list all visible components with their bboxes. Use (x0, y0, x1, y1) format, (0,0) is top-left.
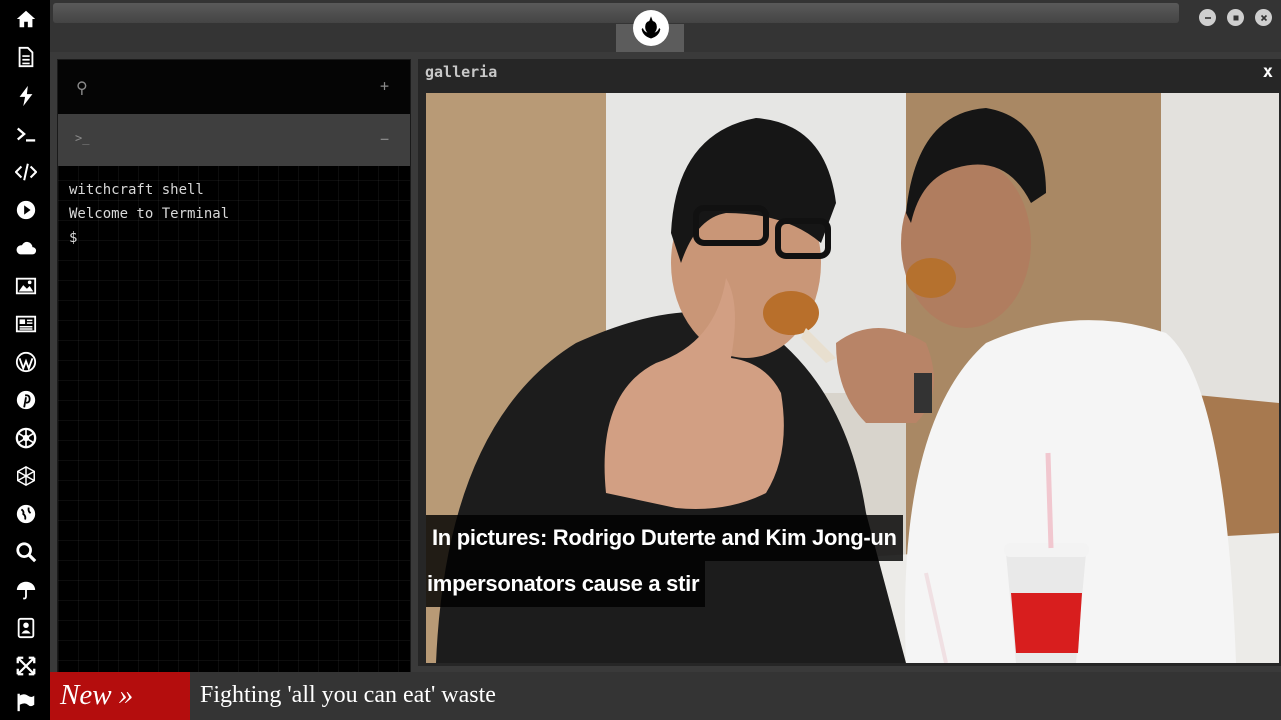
home-icon[interactable] (12, 7, 40, 31)
umbrella-icon[interactable] (12, 578, 40, 602)
ticker-headline[interactable]: Fighting 'all you can eat' waste (200, 672, 496, 720)
cloud-icon[interactable] (12, 236, 40, 260)
terminal-icon[interactable] (12, 122, 40, 146)
terminal-line: Welcome to Terminal (69, 206, 230, 222)
close-tab-button[interactable]: − (380, 130, 389, 148)
terminal-line: witchcraft shell (69, 182, 204, 198)
maximize-button[interactable] (1227, 9, 1244, 26)
terminal-output[interactable]: witchcraft shell Welcome to Terminal $ (69, 178, 229, 250)
document-icon[interactable] (12, 45, 40, 69)
prompt-icon: >_ (75, 131, 90, 145)
bolt-icon[interactable] (12, 84, 40, 108)
close-button[interactable]: x (1263, 62, 1273, 82)
image-icon[interactable] (12, 274, 40, 298)
terminal-prompt: $ (69, 230, 78, 246)
rebel-logo-icon[interactable] (633, 10, 669, 46)
play-icon[interactable] (12, 198, 40, 222)
news-ticker: New » Fighting 'all you can eat' waste (50, 672, 1281, 720)
hexagon-network-icon[interactable] (12, 464, 40, 488)
wordpress-icon[interactable] (12, 350, 40, 374)
terminal-panel: ⚲ + >_ − witchcraft shell Welcome to Ter… (57, 59, 411, 674)
globe-icon[interactable] (12, 502, 40, 526)
rebel-badge-icon[interactable] (12, 426, 40, 450)
new-badge: New » (50, 672, 190, 720)
terminal-tab[interactable]: >_ − (58, 114, 410, 166)
add-tab-button[interactable]: + (380, 77, 389, 95)
newspaper-icon[interactable] (12, 312, 40, 336)
contacts-icon[interactable] (12, 616, 40, 640)
pinterest-icon[interactable] (12, 388, 40, 412)
photo-caption-line-2: impersonators cause a stir (426, 561, 706, 607)
galleria-window: galleria x In pictures: Rodrigo Duterte … (418, 59, 1281, 666)
photo-caption-line-1: In pictures: Rodrigo Duterte and Kim Jon… (426, 515, 903, 561)
flag-icon[interactable] (12, 690, 40, 714)
close-window-button[interactable] (1255, 9, 1272, 26)
minimize-button[interactable] (1199, 9, 1216, 26)
search-icon[interactable] (12, 540, 40, 564)
window-title: galleria (425, 63, 498, 81)
code-icon[interactable] (12, 160, 40, 184)
expand-icon[interactable] (12, 654, 40, 678)
address-bar[interactable] (53, 3, 1179, 23)
app-sidebar (0, 0, 50, 720)
search-icon[interactable]: ⚲ (76, 78, 88, 97)
news-photo[interactable]: In pictures: Rodrigo Duterte and Kim Jon… (426, 93, 1279, 663)
terminal-search-bar[interactable]: ⚲ + (58, 60, 410, 114)
top-bar (50, 0, 1281, 52)
